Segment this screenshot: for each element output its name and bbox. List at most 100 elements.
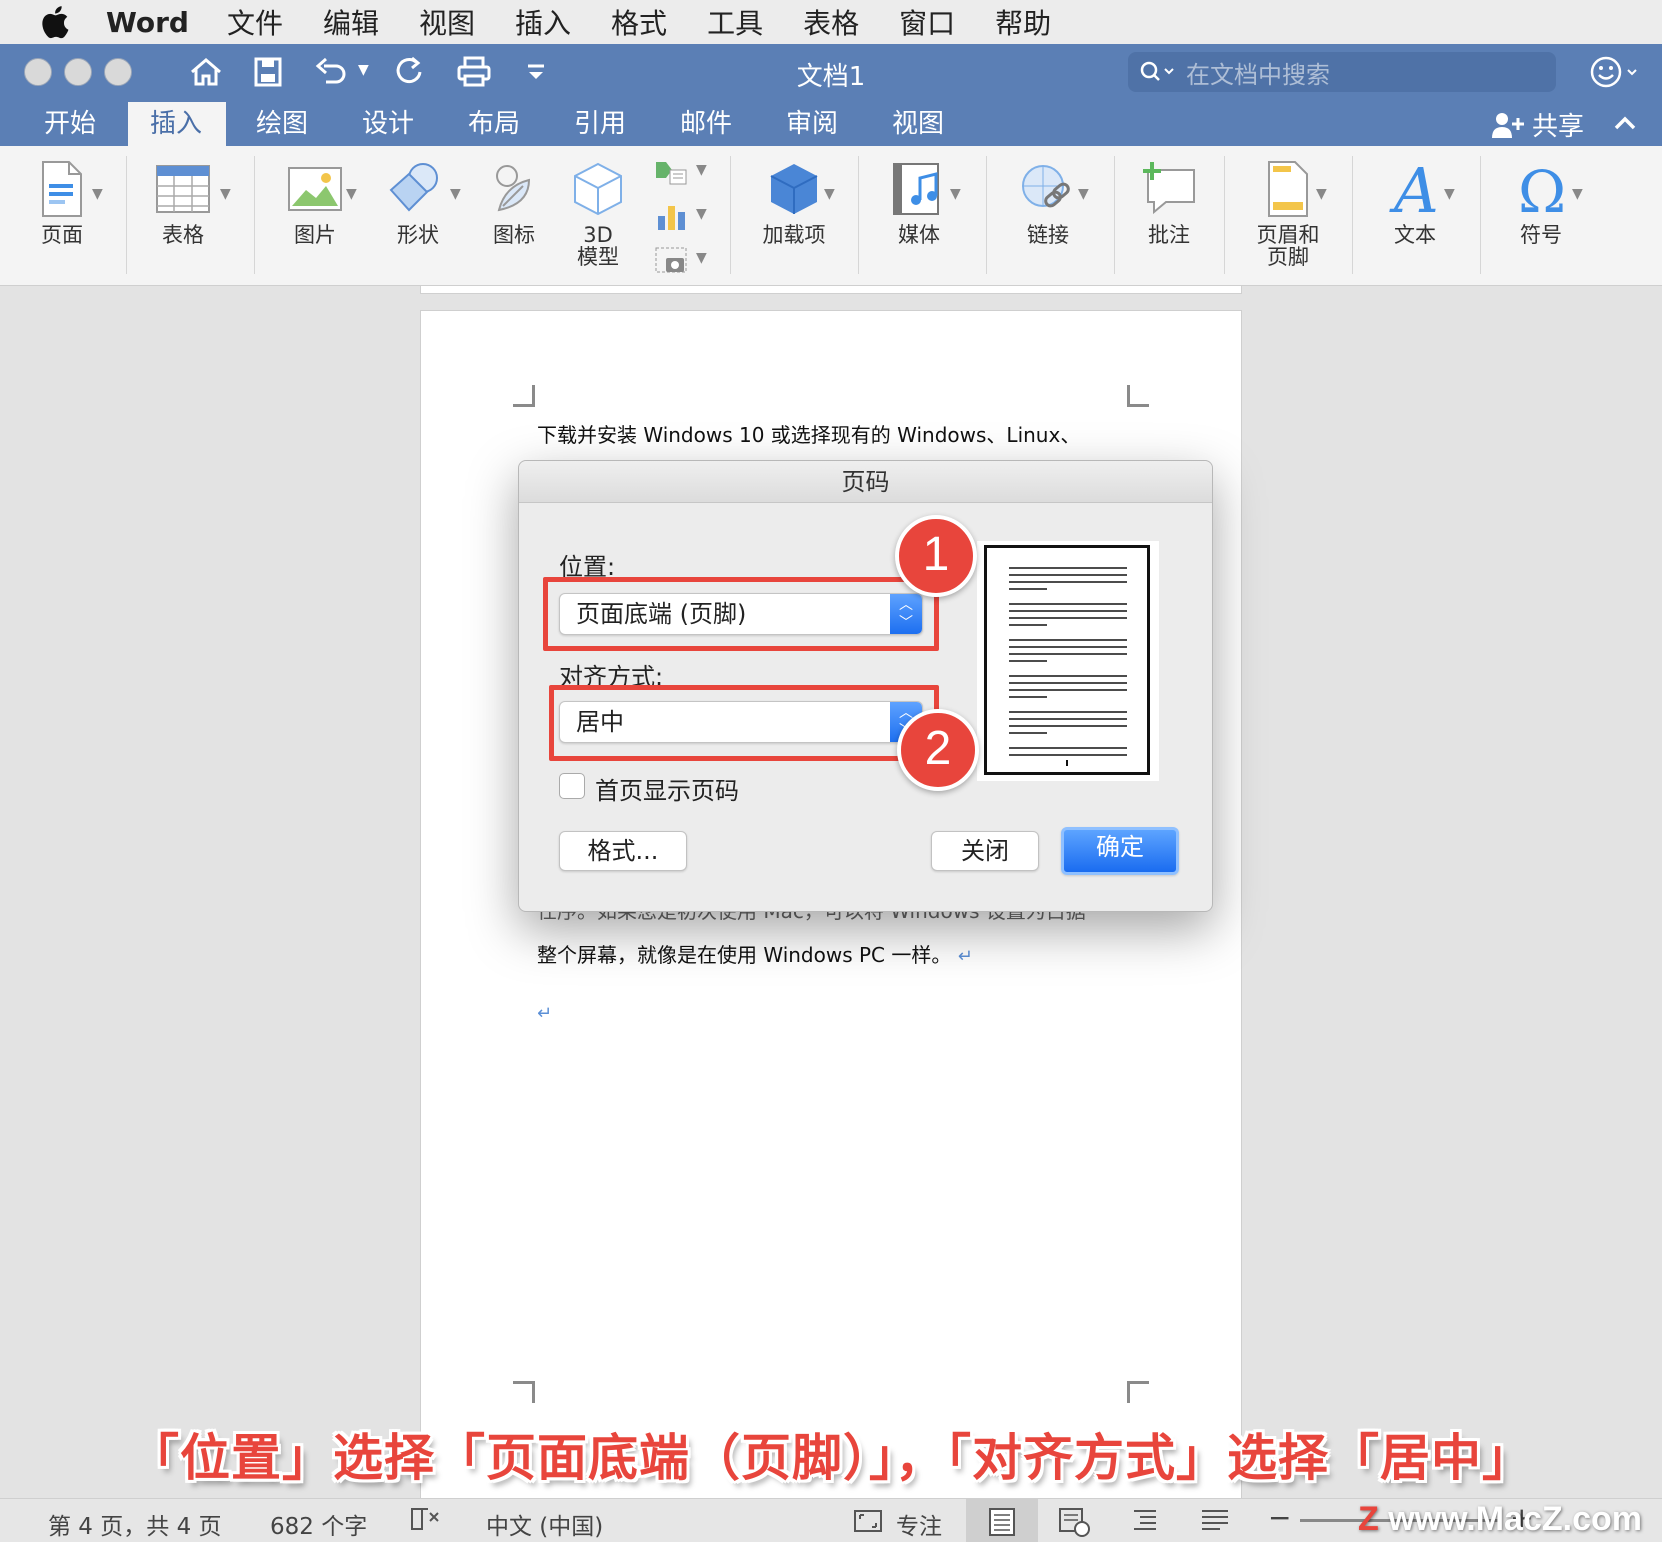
menu-table[interactable]: 表格 [803,2,859,42]
format-button[interactable]: 格式... [559,831,687,871]
tab-view[interactable]: 视图 [870,102,966,146]
undo-icon[interactable] [312,54,352,90]
zoom-out-button[interactable]: − [1268,1501,1291,1534]
select-stepper-icon: ︿﹀ [890,594,922,634]
tab-design[interactable]: 设计 [340,102,436,146]
apple-icon[interactable] [38,3,76,41]
menu-view[interactable]: 视图 [419,2,475,42]
menu-format[interactable]: 格式 [611,2,667,42]
cube-icon [574,162,622,216]
shape-label: 形状 [397,223,439,247]
undo-dropdown-icon[interactable]: ▼ [358,62,369,78]
search-field[interactable]: 在文档中搜索 [1128,52,1556,92]
ribbon-separator [986,156,987,274]
text-button[interactable]: A 文本 [1380,160,1450,246]
outline-view-icon[interactable] [1126,1505,1166,1537]
feedback-smiley-icon[interactable] [1586,52,1642,92]
ribbon-separator [1352,156,1353,274]
link-button[interactable]: 链接 [1010,160,1086,246]
comment-button[interactable]: 批注 [1136,160,1202,246]
media-button[interactable]: 媒体 [884,160,954,246]
focus-icon[interactable] [852,1507,884,1535]
text-icon: A [1389,160,1439,218]
app-menu-word[interactable]: Word [106,6,189,39]
header-footer-button[interactable]: 页眉和 页脚 [1250,160,1326,268]
focus-label[interactable]: 专注 [896,1507,942,1541]
document-text-line[interactable]: 整个屏幕，就像是在使用 Windows PC 一样。 ↵ [537,939,973,968]
media-dropdown-icon[interactable]: ▼ [950,186,961,202]
print-layout-view-button[interactable] [966,1499,1038,1542]
minimize-window-button[interactable] [64,58,92,86]
customize-toolbar-icon[interactable] [516,54,556,90]
menu-file[interactable]: 文件 [227,2,283,42]
picture-dropdown-icon[interactable]: ▼ [346,186,357,202]
menu-help[interactable]: 帮助 [995,2,1051,42]
smartart-dropdown-icon[interactable]: ▼ [696,162,707,178]
header-footer-dropdown-icon[interactable]: ▼ [1316,186,1327,202]
tab-insert[interactable]: 插入 [128,102,226,146]
screenshot-dropdown-icon[interactable]: ▼ [696,250,707,266]
tab-review[interactable]: 审阅 [764,102,860,146]
chart-dropdown-icon[interactable]: ▼ [696,206,707,222]
document-text-line[interactable]: 下载并安装 Windows 10 或选择现有的 Windows、Linux、 [537,419,1080,448]
menu-tools[interactable]: 工具 [707,2,763,42]
addins-dropdown-icon[interactable]: ▼ [824,186,835,202]
ok-button[interactable]: 确定 [1061,827,1179,875]
crop-mark [513,385,535,407]
tab-references[interactable]: 引用 [552,102,648,146]
link-dropdown-icon[interactable]: ▼ [1078,186,1089,202]
home-icon[interactable] [186,54,226,90]
tab-draw[interactable]: 绘图 [234,102,330,146]
svg-text:Ω: Ω [1518,160,1566,218]
draft-view-icon[interactable] [1196,1505,1236,1537]
tab-home[interactable]: 开始 [22,102,118,146]
print-icon[interactable] [454,54,494,90]
comment-label: 批注 [1148,223,1190,247]
word-count[interactable]: 682 个字 [270,1507,367,1541]
search-placeholder: 在文档中搜索 [1186,60,1330,89]
page-button[interactable]: 页面 [26,160,98,246]
close-window-button[interactable] [24,58,52,86]
zoom-window-button[interactable] [104,58,132,86]
proofing-icon[interactable] [408,1505,442,1535]
redo-icon[interactable] [390,54,430,90]
search-icon [1140,61,1174,81]
text-dropdown-icon[interactable]: ▼ [1444,186,1455,202]
page-info[interactable]: 第 4 页，共 4 页 [48,1507,222,1541]
3d-model-button[interactable]: 3D 模型 [566,160,630,268]
table-dropdown-icon[interactable]: ▼ [220,186,231,202]
menu-window[interactable]: 窗口 [899,2,955,42]
symbol-button[interactable]: Ω 符号 [1506,160,1576,246]
menu-insert[interactable]: 插入 [515,2,571,42]
page-dropdown-icon[interactable]: ▼ [92,186,103,202]
position-select[interactable]: 页面底端 (页脚) ︿ ﹀ [559,593,923,635]
title-bar: ▼ 文档1 在文档中搜索 [0,44,1662,100]
first-page-label[interactable]: 首页显示页码 [595,771,739,806]
watermark-text: www.MacZ.com [1388,1500,1642,1538]
menu-edit[interactable]: 编辑 [323,2,379,42]
picture-icon [288,167,342,211]
language-indicator[interactable]: 中文 (中国) [486,1507,603,1541]
icons-button[interactable]: 图标 [482,160,546,246]
symbol-dropdown-icon[interactable]: ▼ [1572,186,1583,202]
tab-mailings[interactable]: 邮件 [658,102,754,146]
table-button[interactable]: 表格 [150,160,216,246]
chart-icon[interactable] [654,202,690,232]
alignment-select[interactable]: 居中 ︿﹀ [559,701,923,743]
collapse-ribbon-icon[interactable] [1610,108,1640,138]
shape-button[interactable]: 形状 [380,160,456,246]
tab-layout[interactable]: 布局 [446,102,542,146]
picture-button[interactable]: 图片 [280,160,350,246]
close-button[interactable]: 关闭 [931,831,1039,871]
shape-dropdown-icon[interactable]: ▼ [450,186,461,202]
add-person-icon [1491,112,1524,138]
web-layout-icon[interactable] [1054,1505,1094,1537]
new-comment-icon [1143,162,1195,215]
smartart-icon[interactable] [654,158,690,188]
symbol-label: 符号 [1520,223,1562,247]
save-icon[interactable] [248,54,288,90]
first-page-checkbox[interactable] [559,773,585,799]
share-button[interactable]: 共享 [1490,106,1584,143]
addins-button[interactable]: 加载项 [756,160,832,246]
screenshot-icon[interactable] [654,246,690,276]
